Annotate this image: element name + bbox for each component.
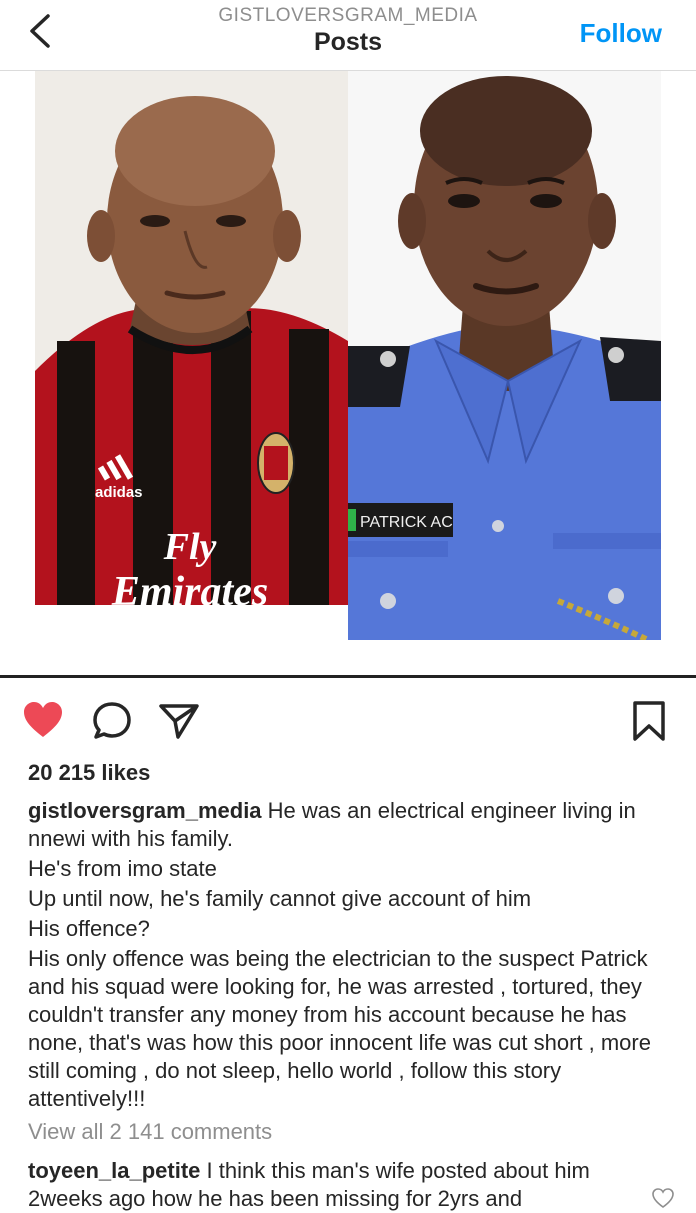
comment-bubble-icon[interactable] xyxy=(91,700,133,742)
caption-line: Up until now, he's family cannot give ac… xyxy=(28,886,532,911)
likes-count[interactable]: 20 215 likes xyxy=(28,760,150,786)
caption-line: He's from imo state xyxy=(28,856,217,881)
caption-line: His only offence was being the electrici… xyxy=(28,946,651,1111)
paper-plane-icon[interactable] xyxy=(158,700,200,742)
post-image[interactable]: adidas Fly Emirates PATRICK AC xyxy=(0,71,696,675)
post-caption: gistloversgram_media He was an electrica… xyxy=(28,797,678,1115)
post-actions xyxy=(0,690,696,750)
bookmark-icon[interactable] xyxy=(628,700,670,742)
image-divider xyxy=(0,675,696,678)
comment-item: toyeen_la_petite I think this man's wife… xyxy=(28,1157,638,1213)
view-all-comments-link[interactable]: View all 2 141 comments xyxy=(28,1119,272,1145)
caption-username[interactable]: gistloversgram_media xyxy=(28,798,262,823)
caption-line: His offence? xyxy=(28,916,150,941)
follow-button[interactable]: Follow xyxy=(580,18,662,49)
comment-username[interactable]: toyeen_la_petite xyxy=(28,1158,200,1183)
comment-like-icon[interactable] xyxy=(652,1188,674,1210)
heart-filled-icon[interactable] xyxy=(22,700,64,742)
svg-text:Emirates: Emirates xyxy=(111,569,268,605)
photo-left: adidas Fly Emirates xyxy=(35,71,348,605)
svg-text:PATRICK AC: PATRICK AC xyxy=(360,514,453,531)
svg-text:adidas: adidas xyxy=(95,484,143,501)
svg-text:Fly: Fly xyxy=(163,526,217,568)
photo-right: PATRICK AC xyxy=(348,71,661,640)
top-bar: GISTLOVERSGRAM_MEDIA Posts Follow xyxy=(0,0,696,71)
